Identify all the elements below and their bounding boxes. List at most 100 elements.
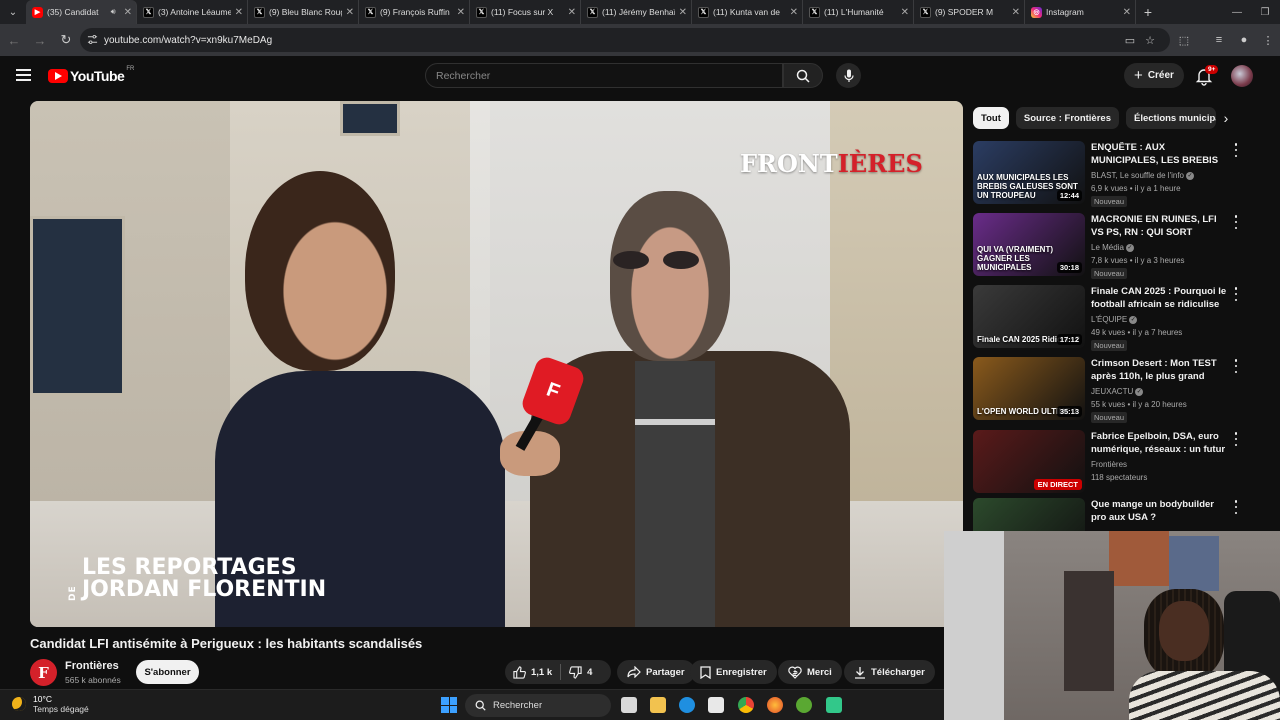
close-tab-icon[interactable]: ✕: [568, 7, 576, 18]
tab-search-button[interactable]: ⌄: [0, 0, 26, 24]
media-control-icon[interactable]: ≡: [1209, 30, 1229, 50]
recommendation-item[interactable]: AUX MUNICIPALES LES BREBIS GALEUSES SONT…: [973, 141, 1243, 207]
browser-tab[interactable]: 𝕏 (3) Antoine Léaument ✕: [137, 0, 248, 24]
browser-tab[interactable]: 𝕏 (9) Bleu Blanc Rouge ✕: [248, 0, 359, 24]
video-thumbnail[interactable]: AUX MUNICIPALES LES BREBIS GALEUSES SONT…: [973, 141, 1085, 204]
download-button[interactable]: Télécharger: [844, 660, 935, 684]
minimize-button[interactable]: —: [1222, 0, 1252, 24]
chevron-right-icon[interactable]: ›: [1218, 110, 1234, 126]
chip-elections[interactable]: Élections municipales: [1125, 107, 1216, 129]
video-thumbnail[interactable]: EN DIRECT: [973, 430, 1085, 493]
browser-tab[interactable]: 𝕏 (11) Kunta van de ✕: [692, 0, 803, 24]
recommendation-item[interactable]: Finale CAN 2025 Ridicule ? 17:12 Finale CA…: [973, 285, 1243, 351]
more-actions-icon[interactable]: [1232, 287, 1240, 301]
browser-tab[interactable]: 𝕏 (11) L'Humanité ✕: [803, 0, 914, 24]
chip-all[interactable]: Tout: [973, 107, 1009, 129]
create-label: Créer: [1147, 70, 1174, 81]
more-actions-icon[interactable]: [1232, 215, 1240, 229]
save-button[interactable]: Enregistrer: [690, 660, 777, 684]
restore-button[interactable]: ❐: [1250, 0, 1280, 24]
close-tab-icon[interactable]: ✕: [901, 7, 909, 18]
video-thumbnail[interactable]: QUI VA (VRAIMENT) GAGNER LES MUNICIPALES…: [973, 213, 1085, 276]
new-badge: Nouveau: [1091, 196, 1128, 207]
reload-button[interactable]: ↻: [54, 28, 78, 52]
browser-tab[interactable]: 𝕏 (11) Jérémy Benhaïm ✕: [581, 0, 692, 24]
video-thumbnail[interactable]: Finale CAN 2025 Ridicule ? 17:12: [973, 285, 1085, 348]
recommendation-item[interactable]: QUI VA (VRAIMENT) GAGNER LES MUNICIPALES…: [973, 213, 1243, 279]
recommendation-title[interactable]: Que mange un bodybuilder pro aux USA ?: [1091, 499, 1229, 524]
extensions-icon[interactable]: ⬚: [1174, 30, 1194, 50]
browser-tab[interactable]: 𝕏 (9) SPODER M ✕: [914, 0, 1025, 24]
task-view-icon[interactable]: [621, 697, 637, 713]
chip-source[interactable]: Source : Frontières: [1015, 107, 1119, 129]
like-button[interactable]: 1,1 k: [505, 660, 560, 684]
search-button[interactable]: [783, 63, 823, 88]
recommendation-channel-row: Le Média ✓: [1091, 243, 1134, 252]
close-tab-icon[interactable]: ✕: [1123, 7, 1131, 18]
close-tab-icon[interactable]: ✕: [457, 7, 465, 18]
search-placeholder: Rechercher: [436, 69, 491, 82]
url-field[interactable]: youtube.com/watch?v=xn9ku7MeDAg: [80, 28, 1170, 52]
account-avatar[interactable]: [1231, 65, 1253, 87]
recommendation-channel[interactable]: BLAST, Le souffle de l'info: [1091, 171, 1184, 180]
browser-tab[interactable]: ◎ Instagram ✕: [1025, 0, 1136, 24]
youtube-logo[interactable]: YouTube FR: [48, 66, 134, 84]
recommendation-item[interactable]: L'OPEN WORLD ULTIME ? 35:13 Crimson Desert…: [973, 357, 1243, 423]
profile-icon[interactable]: ●: [1234, 30, 1254, 50]
close-tab-icon[interactable]: ✕: [346, 7, 354, 18]
more-actions-icon[interactable]: [1232, 432, 1240, 446]
forward-button[interactable]: →: [28, 28, 52, 52]
store-icon[interactable]: [708, 697, 724, 713]
more-actions-icon[interactable]: [1232, 359, 1240, 373]
recommendation-channel[interactable]: JEUXACTU: [1091, 387, 1133, 396]
thanks-button[interactable]: Merci: [778, 660, 842, 684]
browser-menu-icon[interactable]: ⋮: [1258, 30, 1278, 50]
speaker-icon[interactable]: 🔊︎: [111, 7, 116, 17]
menu-icon[interactable]: [16, 69, 31, 81]
recommendation-title[interactable]: ENQUÊTE : AUX MUNICIPALES, LES BREBIS GA…: [1091, 142, 1229, 168]
recommendation-item[interactable]: EN DIRECT Fabrice Epelboin, DSA, euro num…: [973, 430, 1243, 496]
recommendation-title[interactable]: Finale CAN 2025 : Pourquoi le football a…: [1091, 286, 1229, 311]
close-tab-icon[interactable]: ✕: [790, 7, 798, 18]
recommendation-title[interactable]: MACRONIE EN RUINES, LFI VS PS, RN : QUI …: [1091, 214, 1229, 240]
recommendation-channel[interactable]: L'ÉQUIPE: [1091, 315, 1127, 324]
file-explorer-icon[interactable]: [650, 697, 666, 713]
app-icon-2[interactable]: [826, 697, 842, 713]
taskbar-search[interactable]: Rechercher: [465, 694, 611, 717]
channel-name[interactable]: Frontières: [65, 660, 119, 672]
browser-tab[interactable]: 𝕏 (9) François Ruffin ✕: [359, 0, 470, 24]
close-tab-icon[interactable]: ✕: [124, 7, 132, 18]
share-button[interactable]: Partager: [617, 660, 695, 684]
chrome-icon[interactable]: [738, 697, 754, 713]
cast-icon[interactable]: ▭: [1120, 30, 1140, 50]
windows-start-icon[interactable]: [441, 697, 457, 713]
edge-icon[interactable]: [679, 697, 695, 713]
channel-avatar[interactable]: F: [30, 659, 57, 686]
browser-tab[interactable]: 𝕏 (11) Focus sur X ✕: [470, 0, 581, 24]
site-info-icon[interactable]: [87, 34, 98, 45]
more-actions-icon[interactable]: [1232, 500, 1240, 514]
new-tab-button[interactable]: +: [1136, 4, 1160, 20]
create-button[interactable]: + Créer: [1124, 63, 1184, 88]
search-input[interactable]: Rechercher: [425, 63, 783, 88]
firefox-icon[interactable]: [767, 697, 783, 713]
video-thumbnail[interactable]: L'OPEN WORLD ULTIME ? 35:13: [973, 357, 1085, 420]
close-tab-icon[interactable]: ✕: [679, 7, 687, 18]
recommendation-title[interactable]: Crimson Desert : Mon TEST après 110h, le…: [1091, 358, 1229, 384]
app-icon[interactable]: [796, 697, 812, 713]
back-button[interactable]: ←: [2, 28, 26, 52]
bookmark-star-icon[interactable]: ☆: [1140, 30, 1160, 50]
subscribe-button[interactable]: S'abonner: [136, 660, 199, 684]
voice-search-button[interactable]: [836, 63, 861, 88]
recommendation-title[interactable]: Fabrice Epelboin, DSA, euro numérique, r…: [1091, 431, 1229, 457]
browser-tab[interactable]: ▶ (35) Candidat 🔊︎ ✕: [26, 0, 137, 24]
recommendation-channel[interactable]: Le Média: [1091, 243, 1124, 252]
weather-widget[interactable]: 10°C Temps dégagé: [12, 694, 89, 714]
close-tab-icon[interactable]: ✕: [235, 7, 243, 18]
recommendation-channel[interactable]: Frontières: [1091, 460, 1127, 469]
video-player[interactable]: F FRONTIÈRES DE LES REPORTAGES JORDAN FL…: [30, 101, 963, 627]
close-tab-icon[interactable]: ✕: [1012, 7, 1020, 18]
more-actions-icon[interactable]: [1232, 143, 1240, 157]
dislike-button[interactable]: 4: [561, 660, 600, 684]
x-icon: 𝕏: [920, 6, 931, 18]
